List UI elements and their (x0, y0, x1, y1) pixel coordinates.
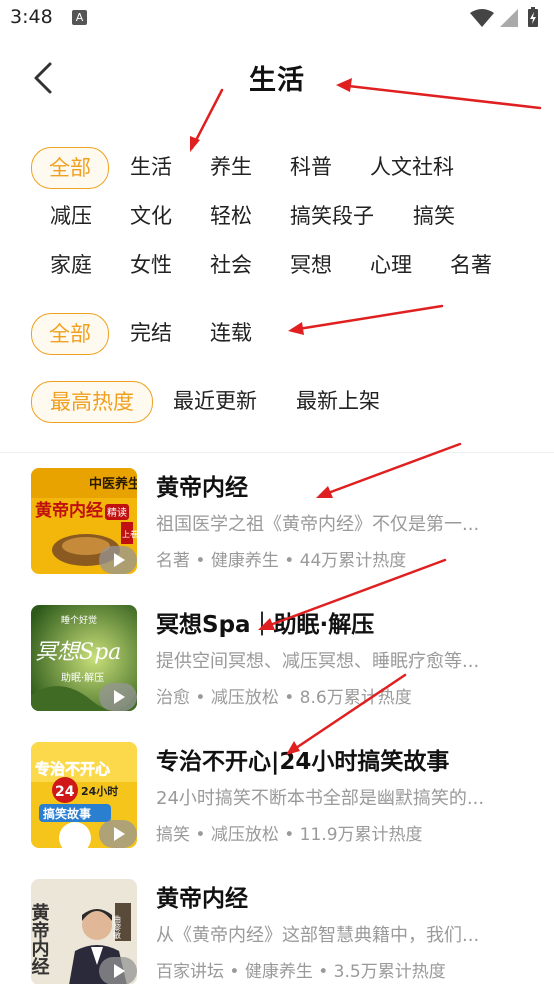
category-chip[interactable]: 冥想 (290, 245, 332, 285)
book-cover: 中医养生 黄帝内经 精读 上卷 (31, 468, 137, 574)
svg-text:24: 24 (55, 784, 75, 800)
cover-text: 中医养生 (89, 476, 137, 492)
book-item[interactable]: 睡个好觉 冥想Spa 助眠·解压 冥想Spa｜助眠·解压 提供空间冥想、减压冥想… (0, 605, 554, 725)
cover-text: 上卷 (122, 529, 137, 539)
category-chip[interactable]: 人文社科 (370, 147, 454, 187)
cover-text: 精读 (107, 506, 127, 519)
cover-text: 睡个好觉 (61, 614, 97, 626)
book-description: 祖国医学之祖《黄帝内经》不仅是第一... (156, 514, 480, 535)
book-title: 黄帝内经 (156, 886, 248, 912)
cover-text: 黄帝内经 (35, 500, 103, 521)
book-item[interactable]: 黄帝内经 曲黎敏 黄帝内经 从《黄帝内经》这部智慧典籍中，我们... 百家讲坛 … (0, 879, 554, 984)
cover-text: 24小时 (81, 784, 118, 798)
book-title: 专治不开心|24小时搞笑故事 (156, 749, 450, 775)
book-description: 提供空间冥想、减压冥想、睡眠疗愈等... (156, 651, 480, 672)
category-chip[interactable]: 科普 (290, 147, 332, 187)
cover-text: 专治不开心 (35, 760, 110, 778)
status-chip-all[interactable]: 全部 (31, 313, 109, 355)
sort-chip-hot[interactable]: 最高热度 (31, 381, 153, 423)
category-chip[interactable]: 心理 (370, 245, 412, 285)
category-chip[interactable]: 搞笑段子 (290, 196, 374, 236)
book-cover: 睡个好觉 冥想Spa 助眠·解压 (31, 605, 137, 711)
sort-chip[interactable]: 最近更新 (173, 381, 257, 421)
category-chip[interactable]: 家庭 (50, 245, 92, 285)
book-title: 黄帝内经 (156, 475, 248, 501)
status-time: 3:48 (10, 6, 53, 28)
book-meta: 治愈 • 减压放松 • 8.6万累计热度 (156, 688, 412, 708)
book-description: 从《黄帝内经》这部智慧典籍中，我们... (156, 925, 480, 946)
annotation-arrow (190, 88, 224, 150)
category-chip[interactable]: 减压 (50, 196, 92, 236)
screen: 3:48 A 生活 全部 生活 养生 科普 人文社科 减压 文化 轻松 搞笑段子… (0, 0, 554, 984)
status-bar: 3:48 A (0, 0, 554, 38)
book-meta: 名著 • 健康养生 • 44万累计热度 (156, 551, 407, 571)
page-title: 生活 (249, 65, 305, 96)
book-cover: 专治不开心 24 24小时 搞笑故事 (31, 742, 137, 848)
cover-text: 搞笑故事 (43, 806, 91, 821)
book-item[interactable]: 专治不开心 24 24小时 搞笑故事 专治不开心|24小时搞笑故事 24小时搞笑… (0, 742, 554, 862)
category-chip[interactable]: 社会 (210, 245, 252, 285)
cover-text: 助眠·解压 (61, 671, 104, 684)
category-chip[interactable]: 女性 (130, 245, 172, 285)
category-chip-all[interactable]: 全部 (31, 147, 109, 189)
cover-text: 黄帝内经 (31, 902, 50, 975)
cover-text: 曲黎敏 (113, 914, 122, 940)
play-icon[interactable] (99, 820, 137, 848)
book-meta: 搞笑 • 减压放松 • 11.9万累计热度 (156, 825, 423, 845)
book-description: 24小时搞笑不断本书全部是幽默搞笑的... (156, 788, 485, 809)
book-meta: 百家讲坛 • 健康养生 • 3.5万累计热度 (156, 962, 446, 982)
book-item[interactable]: 中医养生 黄帝内经 精读 上卷 黄帝内经 祖国医学之祖《黄帝内经》不仅是第一..… (0, 468, 554, 588)
cover-text: 冥想Spa (35, 640, 121, 665)
sort-chip[interactable]: 最新上架 (296, 381, 380, 421)
play-icon[interactable] (99, 957, 137, 984)
play-icon[interactable] (99, 546, 137, 574)
category-chip[interactable]: 轻松 (210, 196, 252, 236)
category-chip[interactable]: 养生 (210, 147, 252, 187)
category-chip[interactable]: 文化 (130, 196, 172, 236)
category-chip[interactable]: 生活 (130, 147, 172, 187)
book-cover: 黄帝内经 曲黎敏 (31, 879, 137, 984)
category-chip[interactable]: 搞笑 (413, 196, 455, 236)
notification-icon: A (72, 10, 87, 25)
annotation-arrow (290, 304, 444, 332)
book-title: 冥想Spa｜助眠·解压 (156, 612, 375, 638)
play-icon[interactable] (99, 683, 137, 711)
wifi-icon (470, 9, 494, 27)
status-chip[interactable]: 完结 (130, 313, 172, 353)
status-chip[interactable]: 连载 (210, 313, 252, 353)
signal-icon (500, 9, 518, 27)
category-chip[interactable]: 名著 (450, 245, 492, 285)
divider (0, 452, 554, 453)
status-icons (470, 7, 538, 27)
